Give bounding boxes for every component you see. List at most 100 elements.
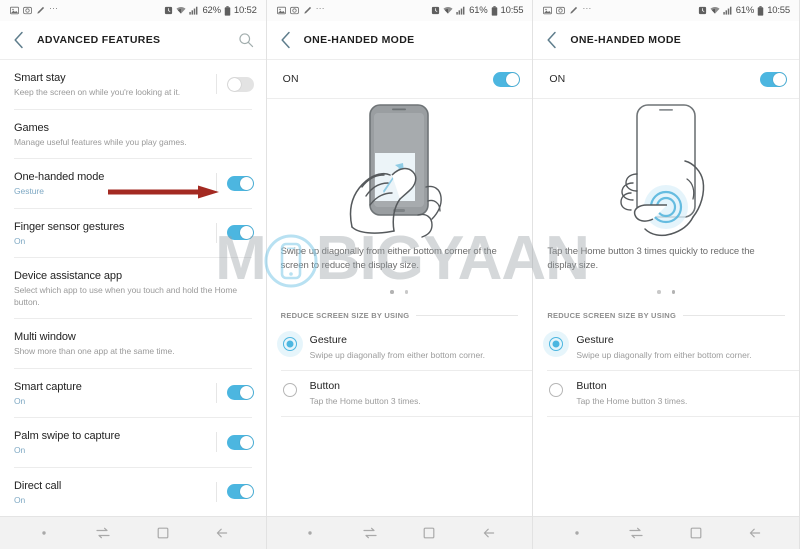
section-header-label: REDUCE SCREEN SIZE BY USING (547, 311, 677, 320)
navigation-bar (266, 516, 533, 549)
radio-button[interactable] (282, 383, 297, 397)
signal-icon (456, 6, 466, 15)
divider (215, 74, 217, 94)
wifi-icon (443, 6, 453, 15)
dot-icon[interactable] (36, 525, 52, 541)
toggle-palm-swipe-to-capture[interactable] (226, 434, 254, 450)
panel-one-handed-mode-button: ⋯ 61% 10:55 ONE-HANDED MODE ON Tap the H… (533, 0, 800, 549)
list-item-smart-stay[interactable]: Smart stay Keep the screen on while you'… (0, 60, 266, 109)
list-item-direct-call[interactable]: Direct call On (0, 468, 266, 517)
list-item-title: One-handed mode (14, 171, 105, 183)
list-item-subtitle: Show more than one app at the same time. (14, 346, 175, 356)
back-chevron-icon[interactable] (277, 31, 295, 49)
toggle-one-handed-mode[interactable] (226, 175, 254, 191)
master-toggle[interactable] (493, 71, 521, 87)
panel-one-handed-mode-gesture: ⋯ 61% 10:55 ONE-HANDED MODE ON Swipe up … (266, 0, 534, 549)
radio-text: Gesture Swipe up diagonally from either … (310, 334, 485, 361)
radio-option-button[interactable]: Button Tap the Home button 3 times. (267, 371, 533, 416)
list-item-text: Games Manage useful features while you p… (14, 121, 254, 149)
list-item-smart-capture[interactable]: Smart capture On (0, 369, 266, 418)
toggle-finger-sensor-gestures[interactable] (226, 225, 254, 240)
list-item-subtitle: Gesture (14, 186, 44, 196)
back-arrow-icon[interactable] (214, 525, 230, 541)
list-item-text: Smart stay Keep the screen on while you'… (14, 71, 216, 99)
status-bar-right-icons: 61% 10:55 (431, 5, 524, 16)
howto-text: Tap the Home button 3 times quickly to r… (547, 246, 755, 271)
radio-button[interactable] (282, 337, 297, 351)
list-item-control (215, 220, 254, 243)
clock: 10:55 (500, 5, 524, 16)
master-toggle-row[interactable]: ON (266, 60, 533, 98)
status-bar-left-icons: ⋯ (543, 3, 592, 16)
list-item-one-handed-mode[interactable]: One-handed mode Gesture (0, 159, 266, 208)
wifi-icon (176, 6, 186, 15)
list-item-title: Games (14, 121, 49, 134)
page-dot[interactable] (390, 290, 394, 294)
screenshot-icon (289, 6, 299, 15)
alarm-icon (431, 6, 440, 15)
back-arrow-icon[interactable] (481, 525, 497, 541)
dot-icon[interactable] (302, 525, 318, 541)
radio-text: Button Tap the Home button 3 times. (576, 380, 687, 407)
list-item-title: Finger sensor gestures (14, 220, 125, 233)
page-title: ONE-HANDED MODE (303, 34, 415, 46)
toggle-smart-stay[interactable] (226, 76, 254, 92)
toggle-knob (239, 485, 253, 498)
toggle-direct-call[interactable] (226, 484, 254, 499)
list-item-games[interactable]: Games Manage useful features while you p… (0, 110, 266, 159)
navigation-bar (533, 516, 799, 549)
page-dot[interactable] (671, 290, 676, 294)
list-item-title: Palm swipe to capture (14, 430, 121, 442)
list-item-palm-swipe-to-capture[interactable]: Palm swipe to capture On (0, 418, 266, 467)
list-item-control (215, 71, 254, 94)
list-item-text: Device assistance app Select which app t… (14, 269, 254, 308)
battery-icon (491, 5, 498, 16)
more-icon: ⋯ (49, 3, 59, 13)
section-header: REDUCE SCREEN SIZE BY USING (267, 303, 533, 325)
radio-subtitle: Tap the Home button 3 times. (309, 396, 421, 406)
dot-icon[interactable] (569, 525, 585, 541)
divider (215, 432, 217, 452)
master-toggle[interactable] (759, 71, 787, 87)
recents-icon[interactable] (362, 525, 378, 541)
back-chevron-icon[interactable] (10, 31, 28, 49)
pen-icon (303, 6, 312, 15)
radio-separator (547, 416, 799, 417)
toggle-knob (227, 77, 241, 91)
list-item-device-assistance-app[interactable]: Device assistance app Select which app t… (0, 258, 266, 318)
list-item-multi-window[interactable]: Multi window Show more than one app at t… (0, 319, 266, 368)
page-dot[interactable] (404, 290, 409, 294)
toggle-smart-capture[interactable] (226, 385, 254, 400)
radio-option-gesture[interactable]: Gesture Swipe up diagonally from either … (267, 325, 533, 370)
home-icon[interactable] (155, 525, 171, 541)
radio-title: Button (576, 380, 607, 392)
home-icon[interactable] (421, 525, 437, 541)
toggle-knob (239, 386, 253, 399)
search-icon[interactable] (238, 32, 254, 48)
radio-button[interactable] (549, 383, 564, 397)
list-item-subtitle: Select which app to use when you touch a… (14, 285, 238, 307)
radio-button[interactable] (549, 337, 564, 351)
section-header-label: REDUCE SCREEN SIZE BY USING (280, 311, 410, 320)
list-item-subtitle: On (14, 235, 26, 246)
radio-title: Gesture (576, 334, 614, 346)
back-arrow-icon[interactable] (747, 525, 763, 541)
recents-icon[interactable] (628, 525, 644, 541)
list-item-finger-sensor-gestures[interactable]: Finger sensor gestures On (0, 209, 266, 258)
list-item-subtitle: On (14, 395, 26, 406)
radio-option-gesture[interactable]: Gesture Swipe up diagonally from either … (533, 325, 799, 370)
battery-icon (757, 5, 764, 16)
master-toggle-row[interactable]: ON (533, 60, 799, 98)
screenshot-icon (556, 6, 566, 15)
radio-option-button[interactable]: Button Tap the Home button 3 times. (533, 371, 799, 416)
list-item-control (215, 170, 254, 193)
back-chevron-icon[interactable] (543, 31, 561, 49)
recents-icon[interactable] (95, 525, 111, 541)
list-item-title: Device assistance app (14, 270, 122, 282)
list-item-subtitle: On (14, 494, 26, 505)
master-toggle-label: ON (282, 73, 299, 85)
status-bar-left-icons: ⋯ (10, 3, 59, 16)
home-icon[interactable] (688, 525, 704, 541)
list-item-text: Finger sensor gestures On (14, 220, 216, 248)
page-dot[interactable] (657, 290, 661, 294)
